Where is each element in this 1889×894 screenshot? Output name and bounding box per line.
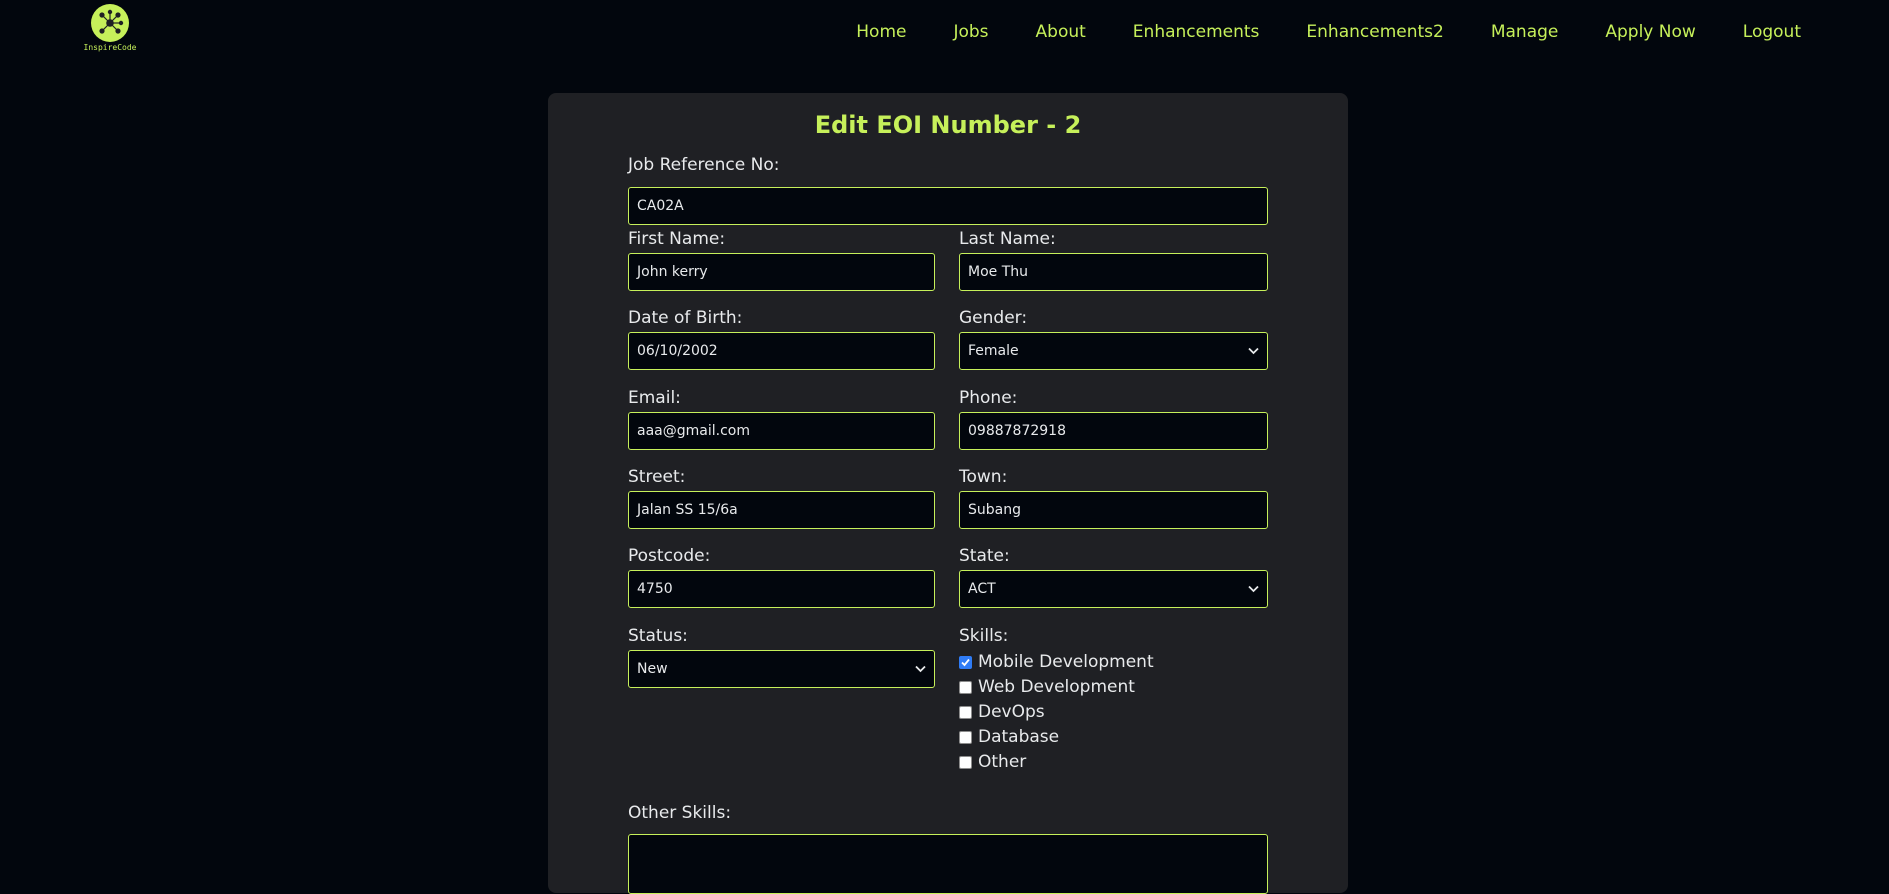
skill-label: Other	[978, 752, 1027, 772]
nav-enhancements2[interactable]: Enhancements2	[1306, 20, 1443, 44]
nav-jobs[interactable]: Jobs	[953, 20, 988, 44]
site-header: InspireCode Home Jobs About Enhancements…	[0, 0, 1889, 68]
gender-select-value: Female	[968, 343, 1019, 359]
skill-option-devops[interactable]: DevOps	[959, 700, 1045, 724]
skill-checkbox[interactable]	[959, 705, 972, 719]
checkmark-icon	[961, 658, 970, 666]
brand-logo[interactable]: InspireCode	[80, 4, 140, 56]
dob-label: Date of Birth:	[628, 308, 743, 328]
last-name-label: Last Name:	[959, 229, 1056, 249]
skill-option-other[interactable]: Other	[959, 750, 1026, 774]
skill-checkbox[interactable]	[959, 655, 972, 669]
state-label: State:	[959, 546, 1010, 566]
brand-name: InspireCode	[83, 43, 137, 52]
first-name-label: First Name:	[628, 229, 726, 249]
nav-apply-now[interactable]: Apply Now	[1605, 20, 1695, 44]
email-label: Email:	[628, 388, 681, 408]
skill-label: Web Development	[978, 677, 1135, 697]
nav-manage[interactable]: Manage	[1491, 20, 1559, 44]
job-ref-label: Job Reference No:	[628, 155, 780, 175]
other-skills-textarea[interactable]	[628, 834, 1268, 894]
skill-option-database[interactable]: Database	[959, 725, 1059, 749]
skill-label: Database	[978, 727, 1060, 747]
job-ref-input[interactable]: CA02A	[628, 187, 1268, 225]
dob-input[interactable]: 06/10/2002	[628, 332, 935, 370]
skill-label: Mobile Development	[978, 652, 1154, 672]
street-label: Street:	[628, 467, 686, 487]
skills-label: Skills:	[959, 626, 1009, 646]
street-input[interactable]: Jalan SS 15/6a	[628, 491, 935, 529]
postcode-input[interactable]: 4750	[628, 570, 935, 608]
phone-input[interactable]: 09887872918	[959, 412, 1268, 450]
page-title: Edit EOI Number - 2	[814, 111, 1082, 139]
main-nav: Home Jobs About Enhancements Enhancement…	[809, 20, 1801, 44]
status-label: Status:	[628, 626, 688, 646]
skill-option-mobile-development[interactable]: Mobile Development	[959, 650, 1154, 674]
town-label: Town:	[959, 467, 1008, 487]
status-select[interactable]: New	[628, 650, 935, 688]
chevron-down-icon	[914, 651, 926, 687]
postcode-label: Postcode:	[628, 546, 711, 566]
gender-label: Gender:	[959, 308, 1028, 328]
skill-checkbox[interactable]	[959, 680, 972, 694]
edit-eoi-form: Edit EOI Number - 2 Job Reference No: CA…	[548, 93, 1348, 894]
chevron-down-icon	[1247, 333, 1259, 369]
nav-logout[interactable]: Logout	[1743, 20, 1801, 44]
gender-select[interactable]: Female	[959, 332, 1268, 370]
chevron-down-icon	[1247, 571, 1259, 607]
other-skills-label: Other Skills:	[628, 803, 732, 823]
status-select-value: New	[637, 661, 668, 677]
skill-checkbox[interactable]	[959, 730, 972, 744]
skill-label: DevOps	[978, 702, 1045, 722]
state-select[interactable]: ACT	[959, 570, 1268, 608]
town-input[interactable]: Subang	[959, 491, 1268, 529]
last-name-input[interactable]: Moe Thu	[959, 253, 1268, 291]
network-nodes-icon	[91, 4, 129, 42]
phone-label: Phone:	[959, 388, 1018, 408]
state-select-value: ACT	[968, 581, 996, 597]
nav-home[interactable]: Home	[856, 20, 906, 44]
nav-enhancements[interactable]: Enhancements	[1133, 20, 1260, 44]
nav-about[interactable]: About	[1036, 20, 1086, 44]
skill-option-web-development[interactable]: Web Development	[959, 675, 1135, 699]
first-name-input[interactable]: John kerry	[628, 253, 935, 291]
email-input[interactable]: aaa@gmail.com	[628, 412, 935, 450]
skill-checkbox[interactable]	[959, 755, 972, 769]
